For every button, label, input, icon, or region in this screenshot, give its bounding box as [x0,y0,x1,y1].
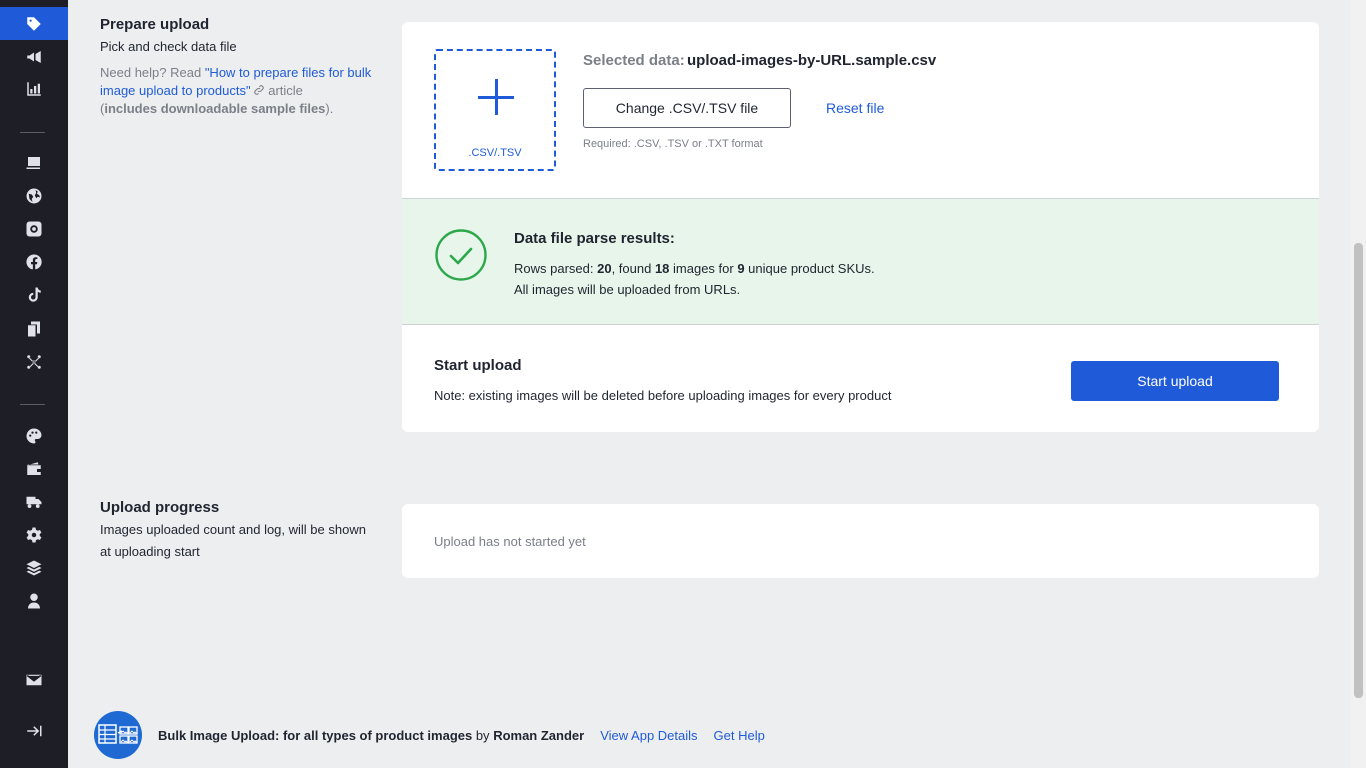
upload-progress-subtitle-1: Images uploaded count and log, will be s… [100,522,366,537]
images-count: 18 [654,261,670,276]
check-circle-icon [435,229,487,281]
help-prefix: Need help? Read [100,65,205,80]
start-upload-note: Note: existing images will be deleted be… [434,388,892,403]
sidebar [0,0,68,768]
parse-results-panel: Data file parse results: Rows parsed: 20… [402,198,1319,325]
truck-icon[interactable] [0,485,68,518]
parse-results-summary: Rows parsed: 20, found 18 images for 9 u… [514,261,875,276]
upload-status-text: Upload has not started yet [434,534,586,549]
app-logo-icon [94,711,142,759]
images-label: images for [669,261,738,276]
sku-count: 9 [737,261,745,276]
layers-icon[interactable] [0,551,68,584]
prepare-upload-subtitle: Pick and check data file [100,39,237,54]
catalog-icon[interactable] [0,146,68,179]
author-name: Roman Zander [493,727,585,743]
external-link-icon [253,85,264,95]
rows-count: 20 [597,261,612,276]
help-suffix: article [264,83,303,98]
upload-progress-title: Upload progress [100,499,220,516]
selected-data-label: Selected data: [583,52,685,69]
tiktok-icon[interactable] [0,278,68,311]
facebook-icon[interactable] [0,245,68,278]
plus-icon [478,79,514,115]
dropzone-label: .CSV/.TSV [468,147,522,159]
sku-label: unique product SKUs. [744,261,875,276]
get-help-link[interactable]: Get Help [714,728,765,743]
change-file-button[interactable]: Change .CSV/.TSV file [583,88,791,128]
tag-icon[interactable] [0,7,68,40]
app-footer: Bulk Image Upload: for all types of prod… [94,711,765,759]
footer-app-credit: Bulk Image Upload: for all types of prod… [158,728,584,743]
found-label: , found [611,261,655,276]
help-bold: includes downloadable sample files [104,101,326,116]
parse-results-title: Data file parse results: [514,230,675,247]
devices-icon[interactable] [0,312,68,345]
upload-progress-card: Upload has not started yet [402,504,1319,578]
help-text: Need help? Read "How to prepare files fo… [100,64,385,118]
start-upload-button[interactable]: Start upload [1071,361,1279,401]
app-name: Bulk Image Upload: for all types of prod… [158,727,473,743]
scrollbar-thumb[interactable] [1354,243,1363,698]
reset-file-link[interactable]: Reset file [826,100,884,116]
user-icon[interactable] [0,584,68,617]
page-scrollbar[interactable] [1351,0,1366,768]
selected-file-name: upload-images-by-URL.sample.csv [687,52,937,69]
file-dropzone[interactable]: .CSV/.TSV [434,49,556,171]
mail-icon[interactable] [0,663,68,696]
globe-icon[interactable] [0,179,68,212]
network-icon[interactable] [0,345,68,378]
view-app-details-link[interactable]: View App Details [600,728,697,743]
rows-label: Rows parsed: [514,261,598,276]
prepare-upload-title: Prepare upload [100,16,210,33]
help-paren-close: ). [325,101,334,116]
by-label: by [472,727,494,743]
upload-progress-subtitle-2: at uploading start [100,544,200,559]
collapse-icon[interactable] [0,714,68,747]
wallet-icon[interactable] [0,452,68,485]
start-upload-title: Start upload [434,357,522,374]
sidebar-divider [20,404,45,405]
palette-icon[interactable] [0,419,68,452]
instagram-icon[interactable] [0,212,68,245]
parse-results-source: All images will be uploaded from URLs. [514,282,741,297]
sidebar-divider [20,132,45,133]
required-format-note: Required: .CSV, .TSV or .TXT format [583,138,763,150]
megaphone-icon[interactable] [0,40,68,73]
gear-icon[interactable] [0,518,68,551]
bar-chart-icon[interactable] [0,72,68,105]
upload-card: .CSV/.TSV Selected data: upload-images-b… [402,22,1319,432]
